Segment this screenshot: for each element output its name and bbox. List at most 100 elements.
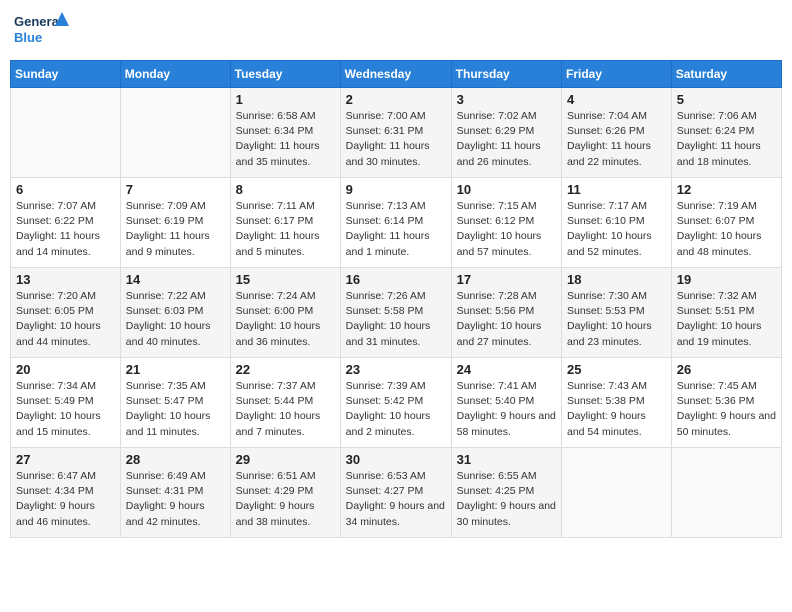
calendar-table: SundayMondayTuesdayWednesdayThursdayFrid…: [10, 60, 782, 538]
day-number: 28: [126, 452, 225, 467]
calendar-cell: 13 Sunrise: 7:20 AMSunset: 6:05 PMDayligh…: [11, 268, 121, 358]
day-number: 27: [16, 452, 115, 467]
day-number: 30: [346, 452, 446, 467]
day-number: 24: [457, 362, 556, 377]
calendar-cell: 5 Sunrise: 7:06 AMSunset: 6:24 PMDaylight…: [671, 88, 781, 178]
calendar-cell: [120, 88, 230, 178]
calendar-cell: 16Sunrise: 7:26 AMSunset: 5:58 PMDayligh…: [340, 268, 451, 358]
day-number: 31: [457, 452, 556, 467]
day-info: Sunrise: 6:53 AMSunset: 4:27 PMDaylight:…: [346, 469, 446, 530]
day-info: Sunrise: 7:39 AMSunset: 5:42 PMDaylight:…: [346, 379, 446, 440]
page-header: General Blue: [10, 10, 782, 52]
day-of-week-header: Saturday: [671, 61, 781, 88]
day-info: Sunrise: 7:04 AMSunset: 6:26 PMDaylight:…: [567, 109, 666, 170]
calendar-cell: 8 Sunrise: 7:11 AMSunset: 6:17 PMDaylight…: [230, 178, 340, 268]
day-info: Sunrise: 7:26 AMSunset: 5:58 PMDaylight:…: [346, 289, 446, 350]
day-number: 23: [346, 362, 446, 377]
svg-text:Blue: Blue: [14, 30, 42, 45]
calendar-cell: 2Sunrise: 7:00 AMSunset: 6:31 PMDaylight…: [340, 88, 451, 178]
day-number: 17: [457, 272, 556, 287]
day-info: Sunrise: 7:24 AMSunset: 6:00 PMDaylight:…: [236, 289, 335, 350]
day-info: Sunrise: 7:43 AMSunset: 5:38 PMDaylight:…: [567, 379, 666, 440]
day-info: Sunrise: 6:58 AMSunset: 6:34 PMDaylight:…: [236, 109, 335, 170]
calendar-cell: [671, 448, 781, 538]
calendar-cell: 19Sunrise: 7:32 AMSunset: 5:51 PMDayligh…: [671, 268, 781, 358]
day-of-week-header: Tuesday: [230, 61, 340, 88]
calendar-cell: 30 Sunrise: 6:53 AMSunset: 4:27 PMDayligh…: [340, 448, 451, 538]
day-info: Sunrise: 7:17 AMSunset: 6:10 PMDaylight:…: [567, 199, 666, 260]
calendar-cell: [11, 88, 121, 178]
calendar-cell: 26 Sunrise: 7:45 AMSunset: 5:36 PMDayligh…: [671, 358, 781, 448]
calendar-cell: 17 Sunrise: 7:28 AMSunset: 5:56 PMDayligh…: [451, 268, 561, 358]
calendar-cell: 18 Sunrise: 7:30 AMSunset: 5:53 PMDayligh…: [562, 268, 672, 358]
day-number: 12: [677, 182, 776, 197]
calendar-header-row: SundayMondayTuesdayWednesdayThursdayFrid…: [11, 61, 782, 88]
calendar-cell: 15Sunrise: 7:24 AMSunset: 6:00 PMDayligh…: [230, 268, 340, 358]
day-info: Sunrise: 7:28 AMSunset: 5:56 PMDaylight:…: [457, 289, 556, 350]
day-number: 19: [677, 272, 776, 287]
calendar-week-row: 13 Sunrise: 7:20 AMSunset: 6:05 PMDayligh…: [11, 268, 782, 358]
calendar-cell: 28 Sunrise: 6:49 AMSunset: 4:31 PMDayligh…: [120, 448, 230, 538]
calendar-cell: 23 Sunrise: 7:39 AMSunset: 5:42 PMDayligh…: [340, 358, 451, 448]
logo-svg: General Blue: [14, 10, 69, 52]
day-number: 11: [567, 182, 666, 197]
day-info: Sunrise: 7:02 AMSunset: 6:29 PMDaylight:…: [457, 109, 556, 170]
day-info: Sunrise: 6:51 AMSunset: 4:29 PMDaylight:…: [236, 469, 335, 530]
day-info: Sunrise: 7:19 AMSunset: 6:07 PMDaylight:…: [677, 199, 776, 260]
calendar-cell: 25Sunrise: 7:43 AMSunset: 5:38 PMDayligh…: [562, 358, 672, 448]
day-of-week-header: Monday: [120, 61, 230, 88]
day-number: 2: [346, 92, 446, 107]
calendar-cell: 14Sunrise: 7:22 AMSunset: 6:03 PMDayligh…: [120, 268, 230, 358]
svg-text:General: General: [14, 14, 62, 29]
day-info: Sunrise: 7:06 AMSunset: 6:24 PMDaylight:…: [677, 109, 776, 170]
day-number: 13: [16, 272, 115, 287]
day-info: Sunrise: 7:30 AMSunset: 5:53 PMDaylight:…: [567, 289, 666, 350]
day-info: Sunrise: 7:41 AMSunset: 5:40 PMDaylight:…: [457, 379, 556, 440]
day-number: 4: [567, 92, 666, 107]
day-number: 6: [16, 182, 115, 197]
day-number: 14: [126, 272, 225, 287]
calendar-cell: 9 Sunrise: 7:13 AMSunset: 6:14 PMDaylight…: [340, 178, 451, 268]
day-number: 3: [457, 92, 556, 107]
day-info: Sunrise: 7:09 AMSunset: 6:19 PMDaylight:…: [126, 199, 225, 260]
calendar-cell: 27Sunrise: 6:47 AMSunset: 4:34 PMDayligh…: [11, 448, 121, 538]
day-info: Sunrise: 7:45 AMSunset: 5:36 PMDaylight:…: [677, 379, 776, 440]
calendar-cell: 20 Sunrise: 7:34 AMSunset: 5:49 PMDayligh…: [11, 358, 121, 448]
calendar-week-row: 20 Sunrise: 7:34 AMSunset: 5:49 PMDayligh…: [11, 358, 782, 448]
day-of-week-header: Wednesday: [340, 61, 451, 88]
calendar-week-row: 27Sunrise: 6:47 AMSunset: 4:34 PMDayligh…: [11, 448, 782, 538]
day-info: Sunrise: 7:07 AMSunset: 6:22 PMDaylight:…: [16, 199, 115, 260]
day-number: 10: [457, 182, 556, 197]
day-info: Sunrise: 7:11 AMSunset: 6:17 PMDaylight:…: [236, 199, 335, 260]
calendar-cell: 3 Sunrise: 7:02 AMSunset: 6:29 PMDaylight…: [451, 88, 561, 178]
day-info: Sunrise: 7:15 AMSunset: 6:12 PMDaylight:…: [457, 199, 556, 260]
day-info: Sunrise: 6:55 AMSunset: 4:25 PMDaylight:…: [457, 469, 556, 530]
calendar-cell: 12 Sunrise: 7:19 AMSunset: 6:07 PMDayligh…: [671, 178, 781, 268]
day-info: Sunrise: 7:35 AMSunset: 5:47 PMDaylight:…: [126, 379, 225, 440]
calendar-cell: 10 Sunrise: 7:15 AMSunset: 6:12 PMDayligh…: [451, 178, 561, 268]
day-of-week-header: Thursday: [451, 61, 561, 88]
day-number: 18: [567, 272, 666, 287]
day-number: 1: [236, 92, 335, 107]
calendar-cell: [562, 448, 672, 538]
logo: General Blue: [14, 10, 69, 52]
day-number: 9: [346, 182, 446, 197]
day-number: 26: [677, 362, 776, 377]
calendar-cell: 31 Sunrise: 6:55 AMSunset: 4:25 PMDayligh…: [451, 448, 561, 538]
calendar-cell: 1 Sunrise: 6:58 AMSunset: 6:34 PMDaylight…: [230, 88, 340, 178]
calendar-week-row: 6 Sunrise: 7:07 AMSunset: 6:22 PMDaylight…: [11, 178, 782, 268]
day-of-week-header: Sunday: [11, 61, 121, 88]
day-info: Sunrise: 7:13 AMSunset: 6:14 PMDaylight:…: [346, 199, 446, 260]
day-number: 29: [236, 452, 335, 467]
day-info: Sunrise: 7:37 AMSunset: 5:44 PMDaylight:…: [236, 379, 335, 440]
calendar-cell: 7Sunrise: 7:09 AMSunset: 6:19 PMDaylight…: [120, 178, 230, 268]
calendar-cell: 24 Sunrise: 7:41 AMSunset: 5:40 PMDayligh…: [451, 358, 561, 448]
day-info: Sunrise: 7:20 AMSunset: 6:05 PMDaylight:…: [16, 289, 115, 350]
day-number: 21: [126, 362, 225, 377]
day-info: Sunrise: 7:34 AMSunset: 5:49 PMDaylight:…: [16, 379, 115, 440]
day-number: 5: [677, 92, 776, 107]
day-info: Sunrise: 6:49 AMSunset: 4:31 PMDaylight:…: [126, 469, 225, 530]
calendar-cell: 4 Sunrise: 7:04 AMSunset: 6:26 PMDaylight…: [562, 88, 672, 178]
day-number: 20: [16, 362, 115, 377]
day-number: 8: [236, 182, 335, 197]
